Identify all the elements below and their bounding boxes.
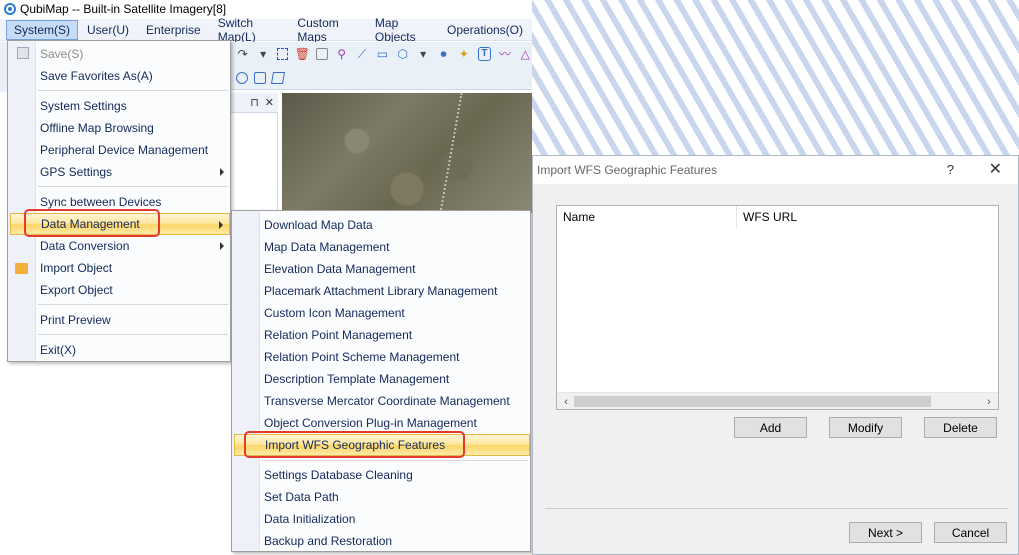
menu-separator	[38, 334, 228, 335]
polygon-icon[interactable]: ⬡	[396, 47, 409, 61]
list-header: Name WFS URL	[557, 206, 998, 228]
scroll-thumb[interactable]	[574, 396, 931, 407]
menu-item-save[interactable]: Save(S)	[10, 43, 230, 65]
help-icon[interactable]: ?	[947, 162, 954, 177]
satellite-map[interactable]	[282, 93, 532, 213]
erase-icon[interactable]	[316, 48, 328, 60]
dropdown-arrow-icon[interactable]: ▾	[416, 47, 429, 61]
submenu-arrow-icon	[220, 168, 224, 176]
submenu-arrow-icon	[220, 242, 224, 250]
menu-item-relation-point-scheme[interactable]: Relation Point Scheme Management	[234, 346, 530, 368]
delete-icon[interactable]: 🗑	[295, 47, 310, 61]
line-icon[interactable]: 〰	[498, 47, 511, 61]
menu-separator	[262, 460, 528, 461]
system-menu: Save(S) Save Favorites As(A) System Sett…	[7, 40, 231, 362]
scroll-left-icon[interactable]: ‹	[559, 395, 573, 408]
menu-item-settings-db-cleaning[interactable]: Settings Database Cleaning	[234, 464, 530, 486]
menu-item-data-initialization[interactable]: Data Initialization	[234, 508, 530, 530]
dialog-title: Import WFS Geographic Features	[537, 163, 718, 177]
next-button[interactable]: Next >	[849, 522, 922, 543]
pin-panel-icon[interactable]: ⊓	[250, 96, 259, 109]
ruler-icon[interactable]: ⟋	[355, 47, 368, 61]
dialog-separator	[545, 508, 1008, 509]
menu-item-relation-point[interactable]: Relation Point Management	[234, 324, 530, 346]
menu-item-data-conversion[interactable]: Data Conversion	[10, 235, 230, 257]
square-tool-icon[interactable]	[254, 71, 266, 84]
camera-icon[interactable]: ⏺	[437, 47, 450, 61]
menu-item-gps-settings[interactable]: GPS Settings	[10, 161, 230, 183]
menu-item-print-preview[interactable]: Print Preview	[10, 309, 230, 331]
menu-item-save-favorites[interactable]: Save Favorites As(A)	[10, 65, 230, 87]
wfs-list[interactable]: Name WFS URL ‹ ›	[556, 205, 999, 410]
data-management-submenu: Download Map Data Map Data Management El…	[231, 210, 531, 552]
redo-icon[interactable]: ↷	[236, 47, 249, 61]
menu-item-download-map-data[interactable]: Download Map Data	[234, 214, 530, 236]
app-logo-icon	[4, 3, 16, 15]
scroll-right-icon[interactable]: ›	[982, 395, 996, 408]
horizontal-scrollbar[interactable]: ‹ ›	[557, 392, 998, 409]
annotation-box-import-wfs	[244, 431, 465, 458]
menu-item-placemark-attachment[interactable]: Placemark Attachment Library Management	[234, 280, 530, 302]
annotation-box-data-management	[24, 209, 160, 237]
menu-item-exit[interactable]: Exit(X)	[10, 339, 230, 361]
pin-icon[interactable]: ✦	[457, 47, 470, 61]
menu-item-system-settings[interactable]: System Settings	[10, 95, 230, 117]
close-icon[interactable]: ✕	[989, 159, 1002, 179]
menu-item-transverse-mercator[interactable]: Transverse Mercator Coordinate Managemen…	[234, 390, 530, 412]
menu-separator	[38, 90, 228, 91]
window-title: QubiMap -- Built-in Satellite Imagery[8]	[20, 2, 227, 16]
menu-user[interactable]: User(U)	[79, 20, 137, 40]
menu-separator	[38, 186, 228, 187]
save-disk-icon	[17, 47, 29, 59]
select-rect-icon[interactable]	[276, 48, 289, 60]
circle-tool-icon[interactable]	[236, 71, 248, 84]
menu-enterprise[interactable]: Enterprise	[138, 20, 209, 40]
dialog-title-bar: Import WFS Geographic Features ? ✕	[533, 156, 1018, 184]
menu-operations[interactable]: Operations(O)	[439, 20, 531, 40]
folder-icon	[15, 263, 28, 274]
menu-item-backup-restoration[interactable]: Backup and Restoration	[234, 530, 530, 552]
main-toolbar: ↷ ▾ 🗑 ⚲ ⟋ ▭ ⬡ ▾ ⏺ ✦ T 〰 △	[230, 42, 532, 66]
menu-item-peripheral-device[interactable]: Peripheral Device Management	[10, 139, 230, 161]
menu-item-description-template[interactable]: Description Template Management	[234, 368, 530, 390]
import-wfs-dialog: Import WFS Geographic Features ? ✕ Name …	[532, 155, 1019, 555]
side-panel-header: ⊓ ✕	[230, 93, 278, 113]
modify-button[interactable]: Modify	[829, 417, 902, 438]
secondary-toolbar	[230, 66, 532, 90]
menu-item-offline-map[interactable]: Offline Map Browsing	[10, 117, 230, 139]
column-header-name[interactable]: Name	[557, 206, 737, 228]
menu-separator	[38, 304, 228, 305]
parallelogram-tool-icon[interactable]	[270, 71, 286, 84]
cancel-button[interactable]: Cancel	[934, 522, 1007, 543]
delete-button[interactable]: Delete	[924, 417, 997, 438]
close-panel-icon[interactable]: ✕	[265, 96, 274, 109]
measure-icon[interactable]: ▭	[376, 47, 389, 61]
placemark-icon[interactable]: ⚲	[335, 47, 348, 61]
menu-item-set-data-path[interactable]: Set Data Path	[234, 486, 530, 508]
menu-item-map-data-management[interactable]: Map Data Management	[234, 236, 530, 258]
menu-item-export-object[interactable]: Export Object	[10, 279, 230, 301]
column-header-wfs-url[interactable]: WFS URL	[737, 206, 797, 228]
submenu-arrow-icon	[219, 221, 223, 229]
menu-bar: System(S) User(U) Enterprise Switch Map(…	[0, 16, 532, 44]
triangle-icon[interactable]: △	[519, 47, 532, 61]
menu-system[interactable]: System(S)	[6, 19, 79, 40]
menu-item-elevation-data[interactable]: Elevation Data Management	[234, 258, 530, 280]
menu-item-custom-icon[interactable]: Custom Icon Management	[234, 302, 530, 324]
menu-item-import-object[interactable]: Import Object	[10, 257, 230, 279]
add-button[interactable]: Add	[734, 417, 807, 438]
text-icon[interactable]: T	[477, 47, 492, 61]
dropdown-arrow-icon[interactable]: ▾	[256, 47, 269, 61]
